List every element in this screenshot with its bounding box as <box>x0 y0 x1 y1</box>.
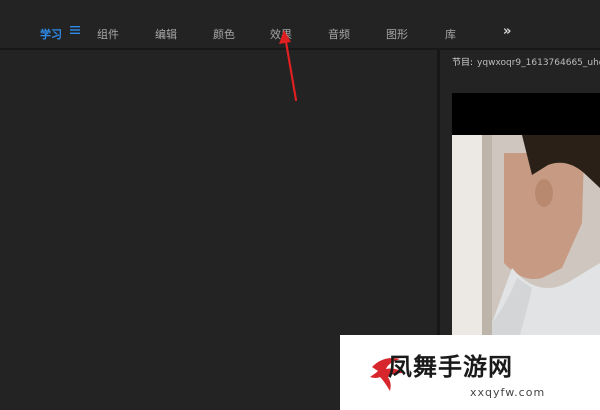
workspace-tab-assembly[interactable]: 组件 <box>97 26 119 42</box>
watermark: 凤舞手游网 xxqyfw.com <box>340 335 600 410</box>
workspace-tab-editing[interactable]: 编辑 <box>155 26 177 42</box>
workspace-tab-learn[interactable]: 学习 <box>40 26 62 42</box>
hamburger-icon[interactable] <box>70 25 80 35</box>
sequence-name: yqwxoqr9_1613764665_uhd <box>477 58 600 68</box>
workspace-tab-graphics[interactable]: 图形 <box>386 26 408 42</box>
workspace-menu-bar: 学习 组件 编辑 颜色 效果 音频 图形 库 » <box>0 0 600 50</box>
watermark-brand: 凤舞手游网 <box>388 353 513 381</box>
workspace-tab-effects[interactable]: 效果 <box>270 26 292 42</box>
double-chevron-right-icon[interactable]: » <box>503 24 511 39</box>
watermark-url: xxqyfw.com <box>470 386 546 399</box>
program-monitor-title[interactable]: 节目: yqwxoqr9_1613764665_uhd <box>452 55 600 68</box>
workspace-tab-audio[interactable]: 音频 <box>328 26 350 42</box>
program-monitor-label: 节目: <box>452 58 474 68</box>
premiere-workspace: 学习 组件 编辑 颜色 效果 音频 图形 库 » 节目: yqwxoqr9_161… <box>0 0 600 410</box>
workspace-tab-libraries[interactable]: 库 <box>445 26 456 42</box>
workspace-tab-color[interactable]: 颜色 <box>213 26 235 42</box>
